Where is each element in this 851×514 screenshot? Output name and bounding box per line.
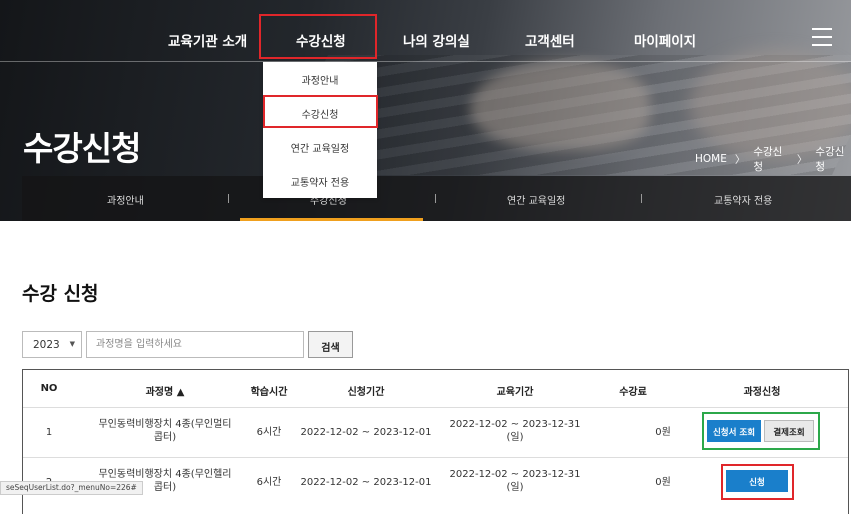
row-2-edu-period: 2022-12-02 ~ 2023-12-31 (일) [449,469,581,493]
highlight-box-row-1-actions [702,412,820,450]
column-header-edu-period: 교육기간 [496,387,534,398]
column-header-apply-period: 신청기간 [347,387,385,398]
highlight-box-dropdown [263,95,378,128]
breadcrumb-home[interactable]: HOME [695,153,727,165]
nav-dropdown-menu: 과정안내 수강신청 연간 교육일정 교통약자 전용 [263,62,377,198]
dropdown-item-accessibility[interactable]: 교통약자 전용 [263,174,377,189]
subnav-item-accessibility[interactable]: 교통약자 전용 [714,192,772,207]
column-header-no: NO [40,383,58,394]
row-1-edu-period: 2022-12-02 ~ 2023-12-31 (일) [449,419,581,443]
hamburger-icon[interactable] [812,28,832,46]
year-select-value: 2023 [33,339,60,351]
nav-item-institution-intro[interactable]: 교육기관 소개 [168,30,247,50]
dropdown-item-course-info[interactable]: 과정안내 [263,72,377,87]
nav-item-customer-center[interactable]: 고객센터 [525,30,575,50]
divider [435,194,436,203]
year-select[interactable]: 2023 ▼ [22,331,82,358]
row-1-no: 1 [45,427,53,438]
column-header-fee: 수강료 [619,387,647,398]
dropdown-item-annual-schedule[interactable]: 연간 교육일정 [263,140,377,155]
column-header-apply: 과정신청 [743,387,781,398]
chevron-right-icon: 〉 [796,153,808,166]
page-title: 수강신청 [23,129,141,168]
divider [228,194,229,203]
caret-down-icon: ▼ [69,340,75,348]
status-bar-url: seSeqUserList.do?_menuNo=226# [0,481,143,495]
chevron-right-icon: 〉 [734,153,746,166]
highlight-box-row-2-action [721,464,794,500]
subnav-active-indicator [240,218,423,221]
breadcrumb-current: 수강신청 [815,146,845,173]
search-button[interactable]: 검색 [308,331,353,358]
subnav-item-annual-schedule[interactable]: 연간 교육일정 [507,192,565,207]
divider [641,194,642,203]
divider [23,457,848,458]
section-heading: 수강 신청 [22,283,99,305]
highlight-box-nav [259,14,377,59]
hero-banner: 교육기관 소개 수강신청 나의 강의실 고객센터 마이페이지 수강신청 HOME… [0,0,851,221]
subnav-item-course-info[interactable]: 과정안내 [107,192,144,207]
nav-item-my-classroom[interactable]: 나의 강의실 [403,30,470,50]
top-navigation: 교육기관 소개 수강신청 나의 강의실 고객센터 마이페이지 [0,0,851,62]
row-2-fee: 0원 [655,477,671,488]
breadcrumb: HOME 〉 수강신청 〉 수강신청 [695,144,851,174]
breadcrumb-level-1[interactable]: 수강신청 [753,144,789,174]
course-table: NO 과정명 ▲ 학습시간 신청기간 교육기간 수강료 과정신청 1 무인동력비… [22,369,849,514]
row-2-apply-period: 2022-12-02 ~ 2023-12-01 [300,477,432,488]
sub-navigation: 과정안내 수강신청 연간 교육일정 교통약자 전용 [22,176,851,221]
row-1-apply-period: 2022-12-02 ~ 2023-12-01 [300,427,432,438]
course-search-input[interactable] [86,331,304,358]
divider [23,407,848,408]
nav-item-mypage[interactable]: 마이페이지 [634,30,696,50]
row-1-fee: 0원 [655,427,671,438]
